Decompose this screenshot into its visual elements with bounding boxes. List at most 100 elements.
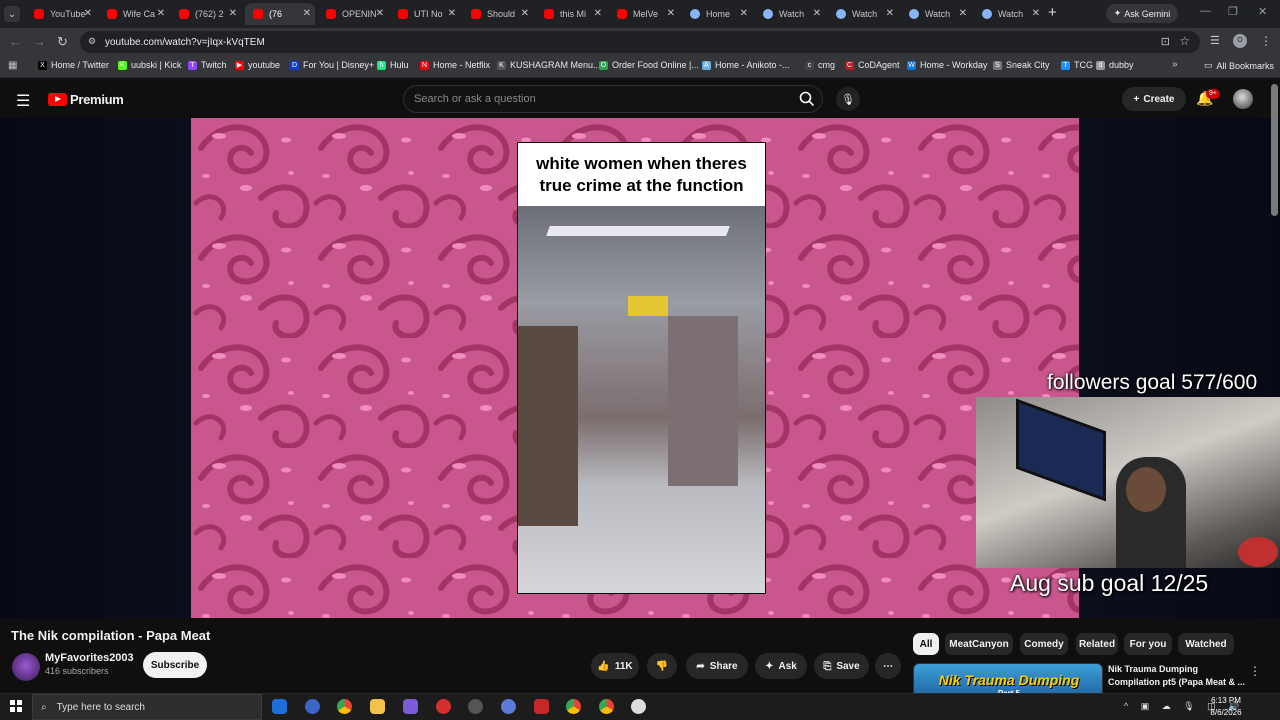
youtube-logo[interactable]: Premium [48,92,124,107]
close-tab-icon[interactable]: ✕ [448,8,456,19]
tab-12[interactable]: Watch ✕ [901,3,971,25]
channel-avatar[interactable] [12,653,40,681]
bookmark-item[interactable]: S Sneak City [993,60,1050,70]
chip-all[interactable]: All [913,633,939,655]
bookmark-item[interactable]: N Home - Netflix [420,60,490,70]
close-tab-icon[interactable]: ✕ [886,8,894,19]
bookmark-star-icon[interactable]: ☆ [1179,34,1190,48]
minimize-icon[interactable]: — [1200,5,1211,17]
dislike-button[interactable]: 👎 [647,653,677,679]
taskbar-search[interactable]: ⌕ Type here to search [32,694,262,720]
tab-13[interactable]: Watch ✕ [974,3,1044,25]
chrome-icon-3[interactable] [599,699,614,714]
close-tab-icon[interactable]: ✕ [303,8,311,19]
bookmark-item[interactable]: C CoDAgent [845,60,900,70]
tab-5[interactable]: UTI No ✕ [390,3,460,25]
browser-icon[interactable] [305,699,320,714]
tab-10[interactable]: Watch ✕ [755,3,825,25]
media-player-icon[interactable] [436,699,451,714]
close-tab-icon[interactable]: ✕ [376,8,384,19]
adobe-icon[interactable] [534,699,549,714]
clock-app-icon[interactable] [631,699,646,714]
restore-icon[interactable]: ❐ [1228,5,1238,18]
reading-list-icon[interactable]: ☰ [1210,34,1220,47]
close-tab-icon[interactable]: ✕ [229,8,237,19]
new-tab-button[interactable]: + [1048,4,1057,21]
close-tab-icon[interactable]: ✕ [594,8,602,19]
close-tab-icon[interactable]: ✕ [667,8,675,19]
taskbar-clock[interactable]: 6:13 PM 8/6/2026 [1202,695,1250,719]
avatar[interactable] [1233,89,1253,109]
chrome-icon-2[interactable] [566,699,581,714]
bookmark-item[interactable]: d dubby [1096,60,1134,70]
menu-icon[interactable]: ☰ [16,91,30,111]
subscribe-button[interactable]: Subscribe [143,652,207,678]
game-controller-icon[interactable] [403,699,418,714]
bookmark-item[interactable]: T TCG [1061,60,1093,70]
bookmark-item[interactable]: K KUSHAGRAM Menu... [497,60,601,70]
more-bookmarks-icon[interactable]: » [1172,59,1178,70]
share-button[interactable]: ➦ Share [686,653,748,679]
bookmark-item[interactable]: Kuubski | Kick [118,60,181,70]
tab-0[interactable]: YouTube ✕ [26,3,96,25]
tab-1[interactable]: Wife Ca ✕ [99,3,169,25]
bookmark-item[interactable]: O Order Food Online |... [599,60,699,70]
tab-9[interactable]: Home ✕ [682,3,752,25]
chip-for-you[interactable]: For you [1124,633,1172,655]
tab-6[interactable]: Should ✕ [463,3,533,25]
close-tab-icon[interactable]: ✕ [84,8,92,19]
recommended-more-icon[interactable]: ⋮ [1249,664,1261,678]
close-window-icon[interactable]: ✕ [1258,5,1267,18]
file-explorer-icon[interactable] [370,699,385,714]
mic-icon[interactable]: 🎙 [836,87,860,111]
ask-button[interactable]: ✦ Ask [755,653,807,679]
obs-icon[interactable] [468,699,483,714]
tab-11[interactable]: Watch ✕ [828,3,898,25]
close-tab-icon[interactable]: ✕ [521,8,529,19]
tab-8[interactable]: MelVe ✕ [609,3,679,25]
bookmark-item[interactable]: ▶ youtube [235,60,280,70]
chip-meatcanyon[interactable]: MeatCanyon [945,633,1013,655]
recommended-video-title[interactable]: Nik Trauma Dumping Compilation pt5 (Papa… [1108,663,1246,689]
close-tab-icon[interactable]: ✕ [959,8,967,19]
save-button[interactable]: ⎘ Save [814,653,869,679]
like-button[interactable]: 👍 11K [591,653,639,679]
create-button[interactable]: + Create [1122,87,1186,111]
bookmark-item[interactable]: D For You | Disney+ [290,60,374,70]
chip-related[interactable]: Related [1076,633,1118,655]
address-bar[interactable]: ⚙ youtube.com/watch?v=jIqx-kVqTEM ⊡ ☆ [80,31,1200,53]
apps-grid-icon[interactable]: ▦ [8,60,17,71]
more-actions-icon[interactable]: ⋯ [875,653,901,679]
bookmark-item[interactable]: A Home - Anikoto -... [702,60,790,70]
search-icon[interactable] [791,85,823,113]
search-input[interactable]: Search or ask a question [403,85,823,113]
forward-icon[interactable]: → [33,34,46,49]
bookmark-item[interactable]: X Home / Twitter [38,60,109,70]
bookmark-item[interactable]: c cmg [805,60,835,70]
kebab-menu-icon[interactable]: ⋮ [1260,34,1272,48]
close-tab-icon[interactable]: ✕ [157,8,165,19]
chrome-icon[interactable] [337,699,352,714]
windows-start-icon[interactable] [10,700,22,712]
chip-watched[interactable]: Watched [1178,633,1234,655]
copilot-icon[interactable] [272,699,287,714]
bookmark-item[interactable]: h Hulu [377,60,409,70]
tab-search-button[interactable]: ⌄ [4,6,20,22]
tab-7[interactable]: this Mi ✕ [536,3,606,25]
bookmark-item[interactable]: W Home - Workday [907,60,987,70]
ask-gemini-button[interactable]: ✦ Ask Gemini [1106,4,1178,23]
tab-2[interactable]: (762) 2 ✕ [171,3,241,25]
page-scrollbar[interactable] [1271,84,1278,216]
reload-icon[interactable]: ↻ [57,34,68,50]
channel-name[interactable]: MyFavorites2003 [45,652,134,664]
all-bookmarks-folder[interactable]: ▭ All Bookmarks [1204,60,1274,71]
close-tab-icon[interactable]: ✕ [813,8,821,19]
app-icon[interactable] [501,699,516,714]
close-tab-icon[interactable]: ✕ [1032,8,1040,19]
site-info-icon[interactable]: ⚙ [88,36,96,47]
close-tab-icon[interactable]: ✕ [740,8,748,19]
install-app-icon[interactable]: ⊡ [1161,35,1170,48]
tab-3[interactable]: (76 ✕ [245,3,315,25]
tab-4[interactable]: OPENIN ✕ [318,3,388,25]
bookmark-item[interactable]: T Twitch [188,60,227,70]
